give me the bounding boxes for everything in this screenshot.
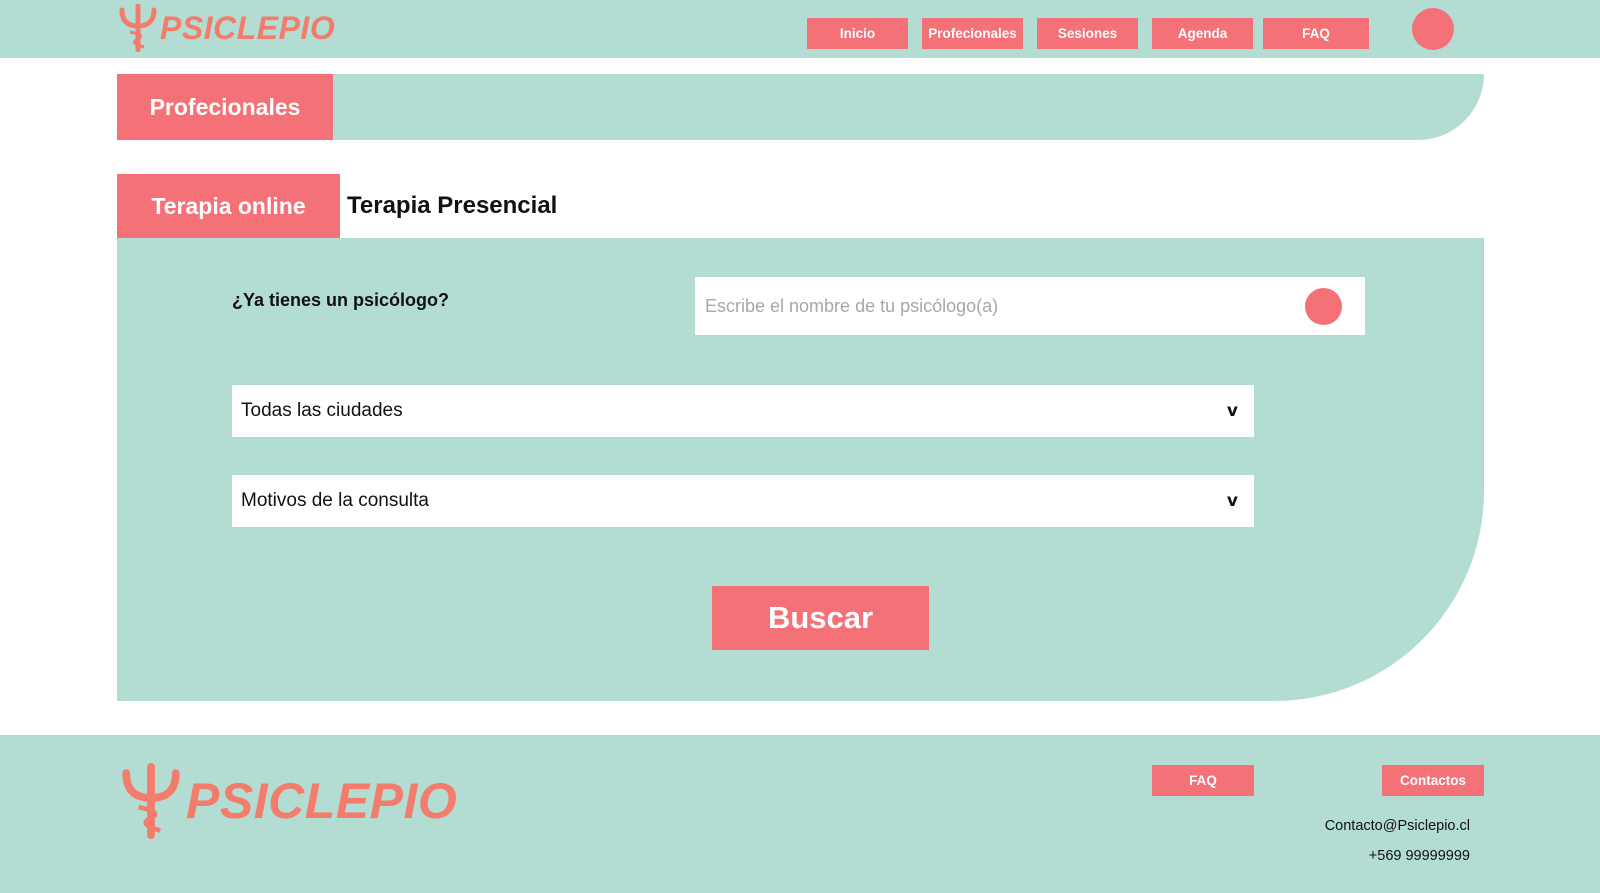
header-logo[interactable]: PSICLEPIO: [118, 4, 335, 52]
user-avatar-icon[interactable]: [1412, 8, 1454, 50]
footer-phone: +569 99999999: [1368, 848, 1470, 864]
nav-inicio[interactable]: Inicio: [807, 18, 908, 49]
section-title: Profecionales: [117, 74, 333, 140]
psychologist-question-label: ¿Ya tienes un psicólogo?: [232, 290, 450, 310]
city-select[interactable]: Todas las ciudades v: [232, 385, 1254, 437]
search-circle-icon[interactable]: [1305, 288, 1342, 325]
psi-caduceus-icon: [119, 4, 157, 52]
nav-sesiones[interactable]: Sesiones: [1037, 18, 1138, 49]
city-select-value: Todas las ciudades: [241, 400, 403, 421]
site-header: PSICLEPIO Inicio Profecionales Sesiones …: [0, 0, 1600, 58]
site-footer: PSICLEPIO FAQ Contactos Contacto@Psiclep…: [0, 735, 1600, 893]
psychologist-search-input[interactable]: [705, 277, 1285, 335]
footer-faq-button[interactable]: FAQ: [1152, 765, 1254, 796]
consultation-reason-select[interactable]: Motivos de la consulta v: [232, 475, 1254, 527]
chevron-down-icon: v: [1226, 491, 1238, 511]
nav-agenda[interactable]: Agenda: [1152, 18, 1253, 49]
consultation-reason-value: Motivos de la consulta: [241, 490, 429, 511]
footer-logo[interactable]: PSICLEPIO: [120, 763, 457, 839]
search-button[interactable]: Buscar: [712, 586, 929, 650]
tab-terapia-presencial[interactable]: Terapia Presencial: [347, 186, 557, 226]
footer-logo-text: PSICLEPIO: [186, 773, 458, 829]
logo-text: PSICLEPIO: [160, 9, 336, 46]
tab-terapia-online[interactable]: Terapia online: [117, 174, 340, 239]
nav-faq[interactable]: FAQ: [1263, 18, 1369, 49]
psychologist-search-box: [695, 277, 1365, 335]
footer-email[interactable]: Contacto@Psiclepio.cl: [1325, 818, 1470, 834]
footer-contact-button[interactable]: Contactos: [1382, 765, 1484, 796]
chevron-down-icon: v: [1226, 401, 1238, 421]
psi-caduceus-icon: [122, 763, 180, 839]
nav-profecionales[interactable]: Profecionales: [922, 18, 1023, 49]
